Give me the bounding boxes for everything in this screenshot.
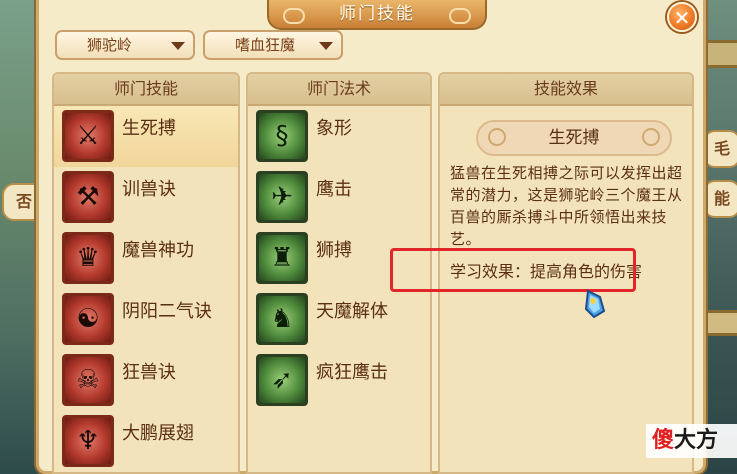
sect-dropdown-value: 狮驼岭 bbox=[87, 36, 133, 54]
beast-mask-icon: ♛ bbox=[62, 232, 114, 284]
sect-dropdown[interactable]: 狮驼岭 bbox=[55, 30, 195, 60]
window-title: 师门技能 bbox=[339, 4, 415, 24]
demon-icon: ♞ bbox=[256, 293, 308, 345]
skill-item-xunshoujue[interactable]: ⚒ 训兽诀 bbox=[54, 167, 238, 228]
spell-name: 鹰击 bbox=[316, 179, 352, 200]
background-speech-bubble: 毛 bbox=[703, 130, 737, 168]
skills-panel-header: 师门技能 bbox=[54, 74, 238, 106]
watermark-part: 傻 bbox=[652, 428, 675, 453]
skill-name: 狂兽诀 bbox=[122, 362, 176, 383]
subsect-dropdown[interactable]: 嗜血狂魔 bbox=[203, 30, 343, 60]
skill-item-kuangshoujue[interactable]: ☠ 狂兽诀 bbox=[54, 350, 238, 411]
effect-skill-title-text: 生死搏 bbox=[548, 128, 600, 148]
whip-icon: ⚒ bbox=[62, 171, 114, 223]
chevron-down-icon bbox=[171, 42, 185, 50]
skill-item-shengsibo[interactable]: ⚔ 生死搏 bbox=[54, 106, 238, 167]
skill-name: 训兽诀 bbox=[122, 179, 176, 200]
wings-icon: ♆ bbox=[62, 415, 114, 467]
spells-panel-header: 师门法术 bbox=[248, 74, 430, 106]
spell-item-yingji[interactable]: ✈ 鹰击 bbox=[248, 167, 430, 228]
watermark-part: 大方 bbox=[674, 428, 719, 453]
elephant-icon: § bbox=[256, 110, 308, 162]
skill-item-dapengzhanchi[interactable]: ♆ 大鹏展翅 bbox=[54, 411, 238, 472]
close-icon: ✕ bbox=[673, 6, 691, 30]
skill-item-moshoushengong[interactable]: ♛ 魔兽神功 bbox=[54, 228, 238, 289]
skills-panel: 师门技能 ⚔ 生死搏 ⚒ 训兽诀 ♛ 魔兽神功 ☯ 阴阳二气诀 ☠ 狂兽诀 ♆ … bbox=[52, 72, 240, 474]
spell-item-tianmojieti[interactable]: ♞ 天魔解体 bbox=[248, 289, 430, 350]
subsect-dropdown-value: 嗜血狂魔 bbox=[235, 36, 296, 54]
spell-name: 天魔解体 bbox=[316, 301, 388, 322]
cursor-icon bbox=[584, 289, 606, 319]
spell-item-xiangxing[interactable]: § 象形 bbox=[248, 106, 430, 167]
scroll-ornament-icon bbox=[449, 8, 471, 24]
background-speech-bubble: 能 bbox=[703, 180, 737, 218]
yin-yang-book-icon: ☯ bbox=[62, 293, 114, 345]
spell-name: 疯狂鹰击 bbox=[316, 362, 388, 383]
chevron-down-icon bbox=[319, 42, 333, 50]
effect-skill-title: 生死搏 bbox=[476, 120, 672, 156]
skill-name: 阴阳二气诀 bbox=[122, 301, 212, 322]
watermark-logo: 傻大方 bbox=[646, 424, 737, 458]
skill-name: 大鹏展翅 bbox=[122, 423, 194, 444]
spell-name: 狮搏 bbox=[316, 240, 352, 261]
effect-panel-header: 技能效果 bbox=[440, 74, 692, 106]
cloud-ornament-icon bbox=[488, 128, 506, 146]
sword-icon: ⚔ bbox=[62, 110, 114, 162]
window-title-bar: 师门技能 bbox=[267, 0, 487, 30]
spell-item-fengkuangyingji[interactable]: ➶ 疯狂鹰击 bbox=[248, 350, 430, 411]
skill-name: 魔兽神功 bbox=[122, 240, 194, 261]
close-button[interactable]: ✕ bbox=[667, 2, 697, 32]
skill-item-yinyangerqijue[interactable]: ☯ 阴阳二气诀 bbox=[54, 289, 238, 350]
skills-window: 师门技能 ✕ 狮驼岭 嗜血狂魔 师门技能 ⚔ 生死搏 ⚒ 训兽诀 ♛ 魔兽神功 … bbox=[36, 0, 706, 474]
eagle-strike-icon: ➶ bbox=[256, 354, 308, 406]
beast-skull-icon: ☠ bbox=[62, 354, 114, 406]
effect-description: 猛兽在生死相搏之际可以发挥出超常的潜力，这是狮驼岭三个魔王从百兽的厮杀搏斗中所领… bbox=[450, 164, 683, 248]
spell-name: 象形 bbox=[316, 118, 352, 139]
skill-name: 生死搏 bbox=[122, 118, 176, 139]
scroll-ornament-icon bbox=[283, 8, 305, 24]
eagle-icon: ✈ bbox=[256, 171, 308, 223]
lion-icon: ♜ bbox=[256, 232, 308, 284]
cloud-ornament-icon bbox=[642, 128, 660, 146]
highlight-annotation-box bbox=[390, 248, 636, 292]
